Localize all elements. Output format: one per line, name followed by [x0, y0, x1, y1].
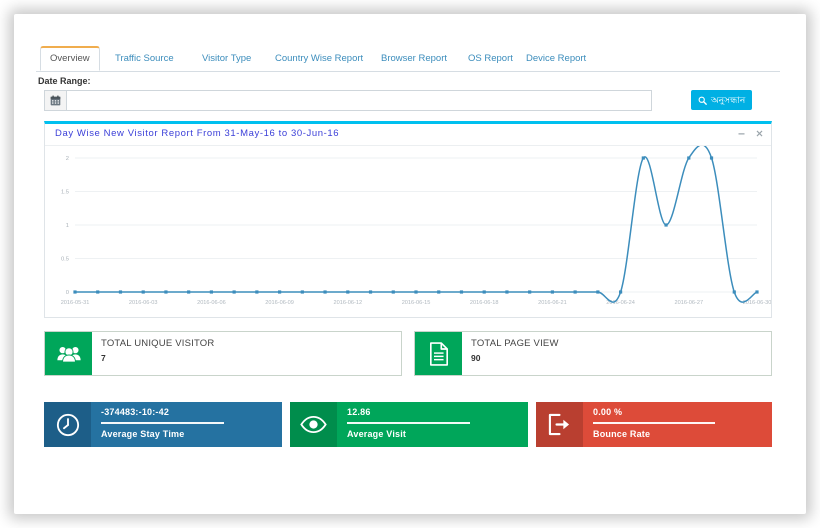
app-window: Overview Traffic Source Visitor Type Cou…: [20, 22, 800, 506]
chart-title: Day Wise New Visitor Report From 31-May-…: [55, 128, 340, 139]
tab-bar: Overview Traffic Source Visitor Type Cou…: [36, 44, 780, 72]
chart-y-axis-labels: 0 0.5 1 1.5 2: [61, 156, 69, 296]
search-button-label: অনুসন্ধান: [711, 94, 746, 105]
svg-text:2016-06-06: 2016-06-06: [197, 300, 226, 306]
tab-os-report[interactable]: OS Report: [459, 46, 522, 71]
kpi-card-text: -374483:-10:-42 Average Stay Time: [91, 402, 282, 447]
chart-panel: Day Wise New Visitor Report From 31-May-…: [44, 121, 772, 318]
tab-label: Browser Report: [381, 53, 447, 64]
tab-visitor-type[interactable]: Visitor Type: [193, 46, 260, 71]
page-root: Overview Traffic Source Visitor Type Cou…: [0, 0, 820, 528]
svg-text:0.5: 0.5: [61, 257, 69, 263]
chart-data-line: [75, 146, 758, 303]
stat-value: 7: [101, 353, 106, 363]
kpi-card-text: 0.00 % Bounce Rate: [583, 402, 772, 447]
tab-country-wise-report[interactable]: Country Wise Report: [266, 46, 372, 71]
kpi-card-average-visit: 12.86 Average Visit: [290, 402, 528, 447]
search-icon: [698, 96, 707, 105]
svg-text:2016-06-03: 2016-06-03: [129, 300, 158, 306]
content-area: Overview Traffic Source Visitor Type Cou…: [36, 44, 780, 499]
tab-label: Overview: [50, 53, 90, 64]
kpi-value: 0.00 %: [593, 407, 623, 417]
eye-icon: [290, 402, 337, 447]
svg-text:2: 2: [66, 156, 69, 162]
tab-overview[interactable]: Overview: [40, 46, 100, 71]
svg-text:2016-06-12: 2016-06-12: [333, 300, 362, 306]
chart-x-axis-labels: 2016-05-31 2016-06-03 2016-06-06 2016-06-09…: [61, 300, 771, 306]
kpi-label: Average Visit: [347, 429, 407, 439]
kpi-progress-bar: [593, 422, 715, 424]
document-icon: [415, 332, 462, 375]
stat-card-total-unique-visitor: TOTAL UNIQUE VISITOR 7: [44, 331, 402, 376]
stat-card-text: TOTAL PAGE VIEW 90: [462, 332, 771, 375]
date-range-input[interactable]: [67, 90, 652, 111]
svg-text:1: 1: [66, 223, 69, 229]
tab-traffic-source[interactable]: Traffic Source: [106, 46, 183, 71]
clock-icon: [44, 402, 91, 447]
users-icon: [45, 332, 92, 375]
stat-card-total-page-view: TOTAL PAGE VIEW 90: [414, 331, 772, 376]
close-icon[interactable]: [753, 129, 765, 141]
date-range-label: Date Range:: [38, 76, 91, 86]
tab-label: Traffic Source: [115, 53, 174, 64]
kpi-label: Average Stay Time: [101, 429, 185, 439]
svg-text:2016-06-18: 2016-06-18: [470, 300, 499, 306]
kpi-card-average-stay-time: -374483:-10:-42 Average Stay Time: [44, 402, 282, 447]
kpi-value: -374483:-10:-42: [101, 407, 170, 417]
stat-value: 90: [471, 353, 481, 363]
stat-title: TOTAL UNIQUE VISITOR: [101, 338, 215, 349]
tab-device-report[interactable]: Device Report: [517, 46, 595, 71]
tab-label: Visitor Type: [202, 53, 252, 64]
kpi-value: 12.86: [347, 407, 371, 417]
line-chart: 0 0.5 1 1.5 2 2016-05-31 2016-06-03 2016-06-06…: [61, 146, 771, 306]
tab-label: OS Report: [468, 53, 513, 64]
sign-out-icon: [536, 402, 583, 447]
calendar-icon[interactable]: [44, 90, 67, 111]
search-button[interactable]: অনুসন্ধান: [691, 90, 753, 110]
tab-label: Device Report: [526, 53, 587, 64]
kpi-progress-bar: [347, 422, 471, 424]
chart-gridlines: [75, 157, 757, 293]
tab-browser-report[interactable]: Browser Report: [372, 46, 456, 71]
svg-text:0: 0: [66, 290, 69, 296]
stat-card-text: TOTAL UNIQUE VISITOR 7: [92, 332, 401, 375]
date-range-group: [44, 90, 652, 111]
svg-text:2016-06-21: 2016-06-21: [538, 300, 567, 306]
svg-text:2016-06-27: 2016-06-27: [674, 300, 703, 306]
chart-plot-area: 0 0.5 1 1.5 2 2016-05-31 2016-06-03 2016-06-06…: [45, 146, 771, 318]
minimize-icon[interactable]: [735, 129, 747, 141]
chart-panel-header: Day Wise New Visitor Report From 31-May-…: [45, 124, 771, 146]
svg-text:2016-06-09: 2016-06-09: [265, 300, 294, 306]
kpi-label: Bounce Rate: [593, 429, 651, 439]
stat-title: TOTAL PAGE VIEW: [471, 338, 559, 349]
tab-label: Country Wise Report: [275, 53, 364, 64]
kpi-card-text: 12.86 Average Visit: [337, 402, 528, 447]
svg-text:2016-05-31: 2016-05-31: [61, 300, 90, 306]
svg-text:2016-06-15: 2016-06-15: [402, 300, 431, 306]
kpi-progress-bar: [101, 422, 225, 424]
kpi-card-bounce-rate: 0.00 % Bounce Rate: [536, 402, 772, 447]
svg-text:1.5: 1.5: [61, 190, 69, 196]
